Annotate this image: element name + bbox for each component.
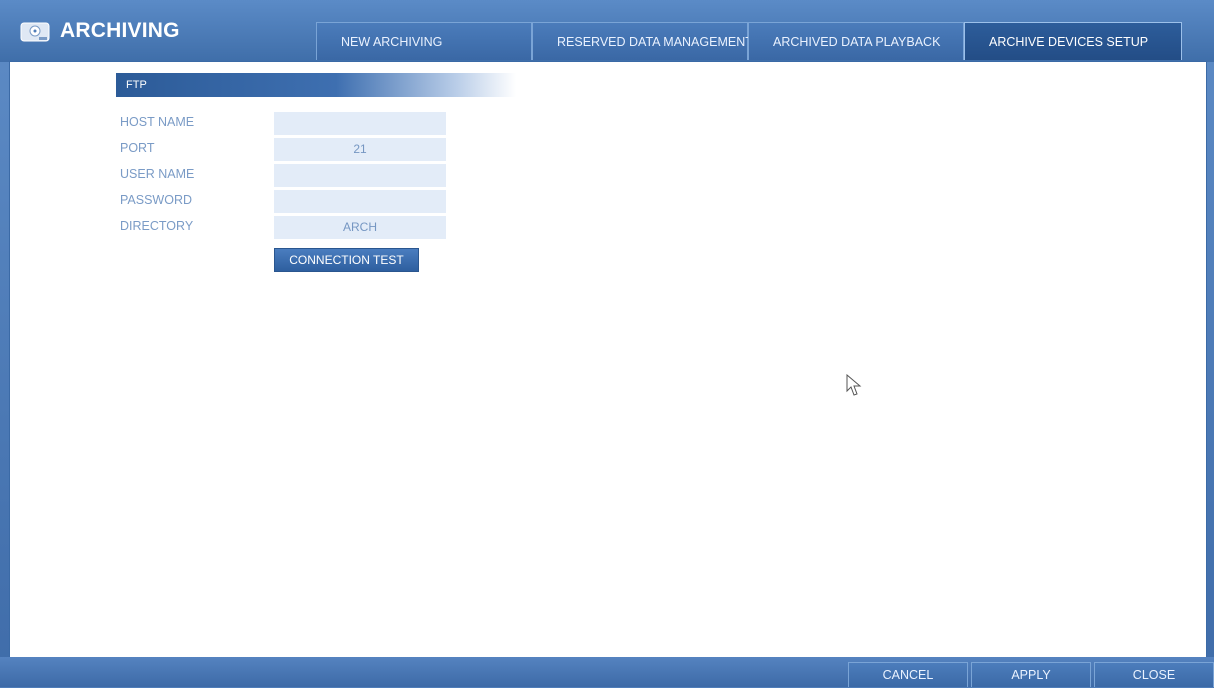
- host-name-field[interactable]: [274, 112, 446, 135]
- host-name-label: HOST NAME: [120, 115, 195, 129]
- section-header-ftp: FTP: [116, 73, 516, 97]
- user-name-label: USER NAME: [120, 167, 195, 181]
- page-title: ARCHIVING: [60, 19, 180, 42]
- header-bar: ARCHIVING NEW ARCHIVING RESERVED DATA MA…: [0, 0, 1214, 62]
- directory-field[interactable]: ARCH: [274, 216, 446, 239]
- content-panel: FTP HOST NAME PORT 21 USER NAME PASSWORD…: [9, 61, 1207, 658]
- tab-archive-devices-setup[interactable]: ARCHIVE DEVICES SETUP: [964, 22, 1182, 60]
- password-label: PASSWORD: [120, 193, 192, 207]
- connection-test-button[interactable]: CONNECTION TEST: [274, 248, 419, 272]
- user-name-field[interactable]: [274, 164, 446, 187]
- password-field[interactable]: [274, 190, 446, 213]
- tab-new-archiving[interactable]: NEW ARCHIVING: [316, 22, 532, 60]
- tab-archived-data-playback[interactable]: ARCHIVED DATA PLAYBACK: [748, 22, 964, 60]
- port-field[interactable]: 21: [274, 138, 446, 161]
- mouse-pointer-icon: [846, 374, 862, 396]
- close-button[interactable]: CLOSE: [1094, 662, 1214, 687]
- tab-reserved-data-management[interactable]: RESERVED DATA MANAGEMENT: [532, 22, 753, 60]
- directory-label: DIRECTORY: [120, 219, 194, 233]
- cancel-button[interactable]: CANCEL: [848, 662, 968, 687]
- apply-button[interactable]: APPLY: [971, 662, 1091, 687]
- disc-drive-icon: [20, 22, 50, 42]
- port-label: PORT: [120, 141, 155, 155]
